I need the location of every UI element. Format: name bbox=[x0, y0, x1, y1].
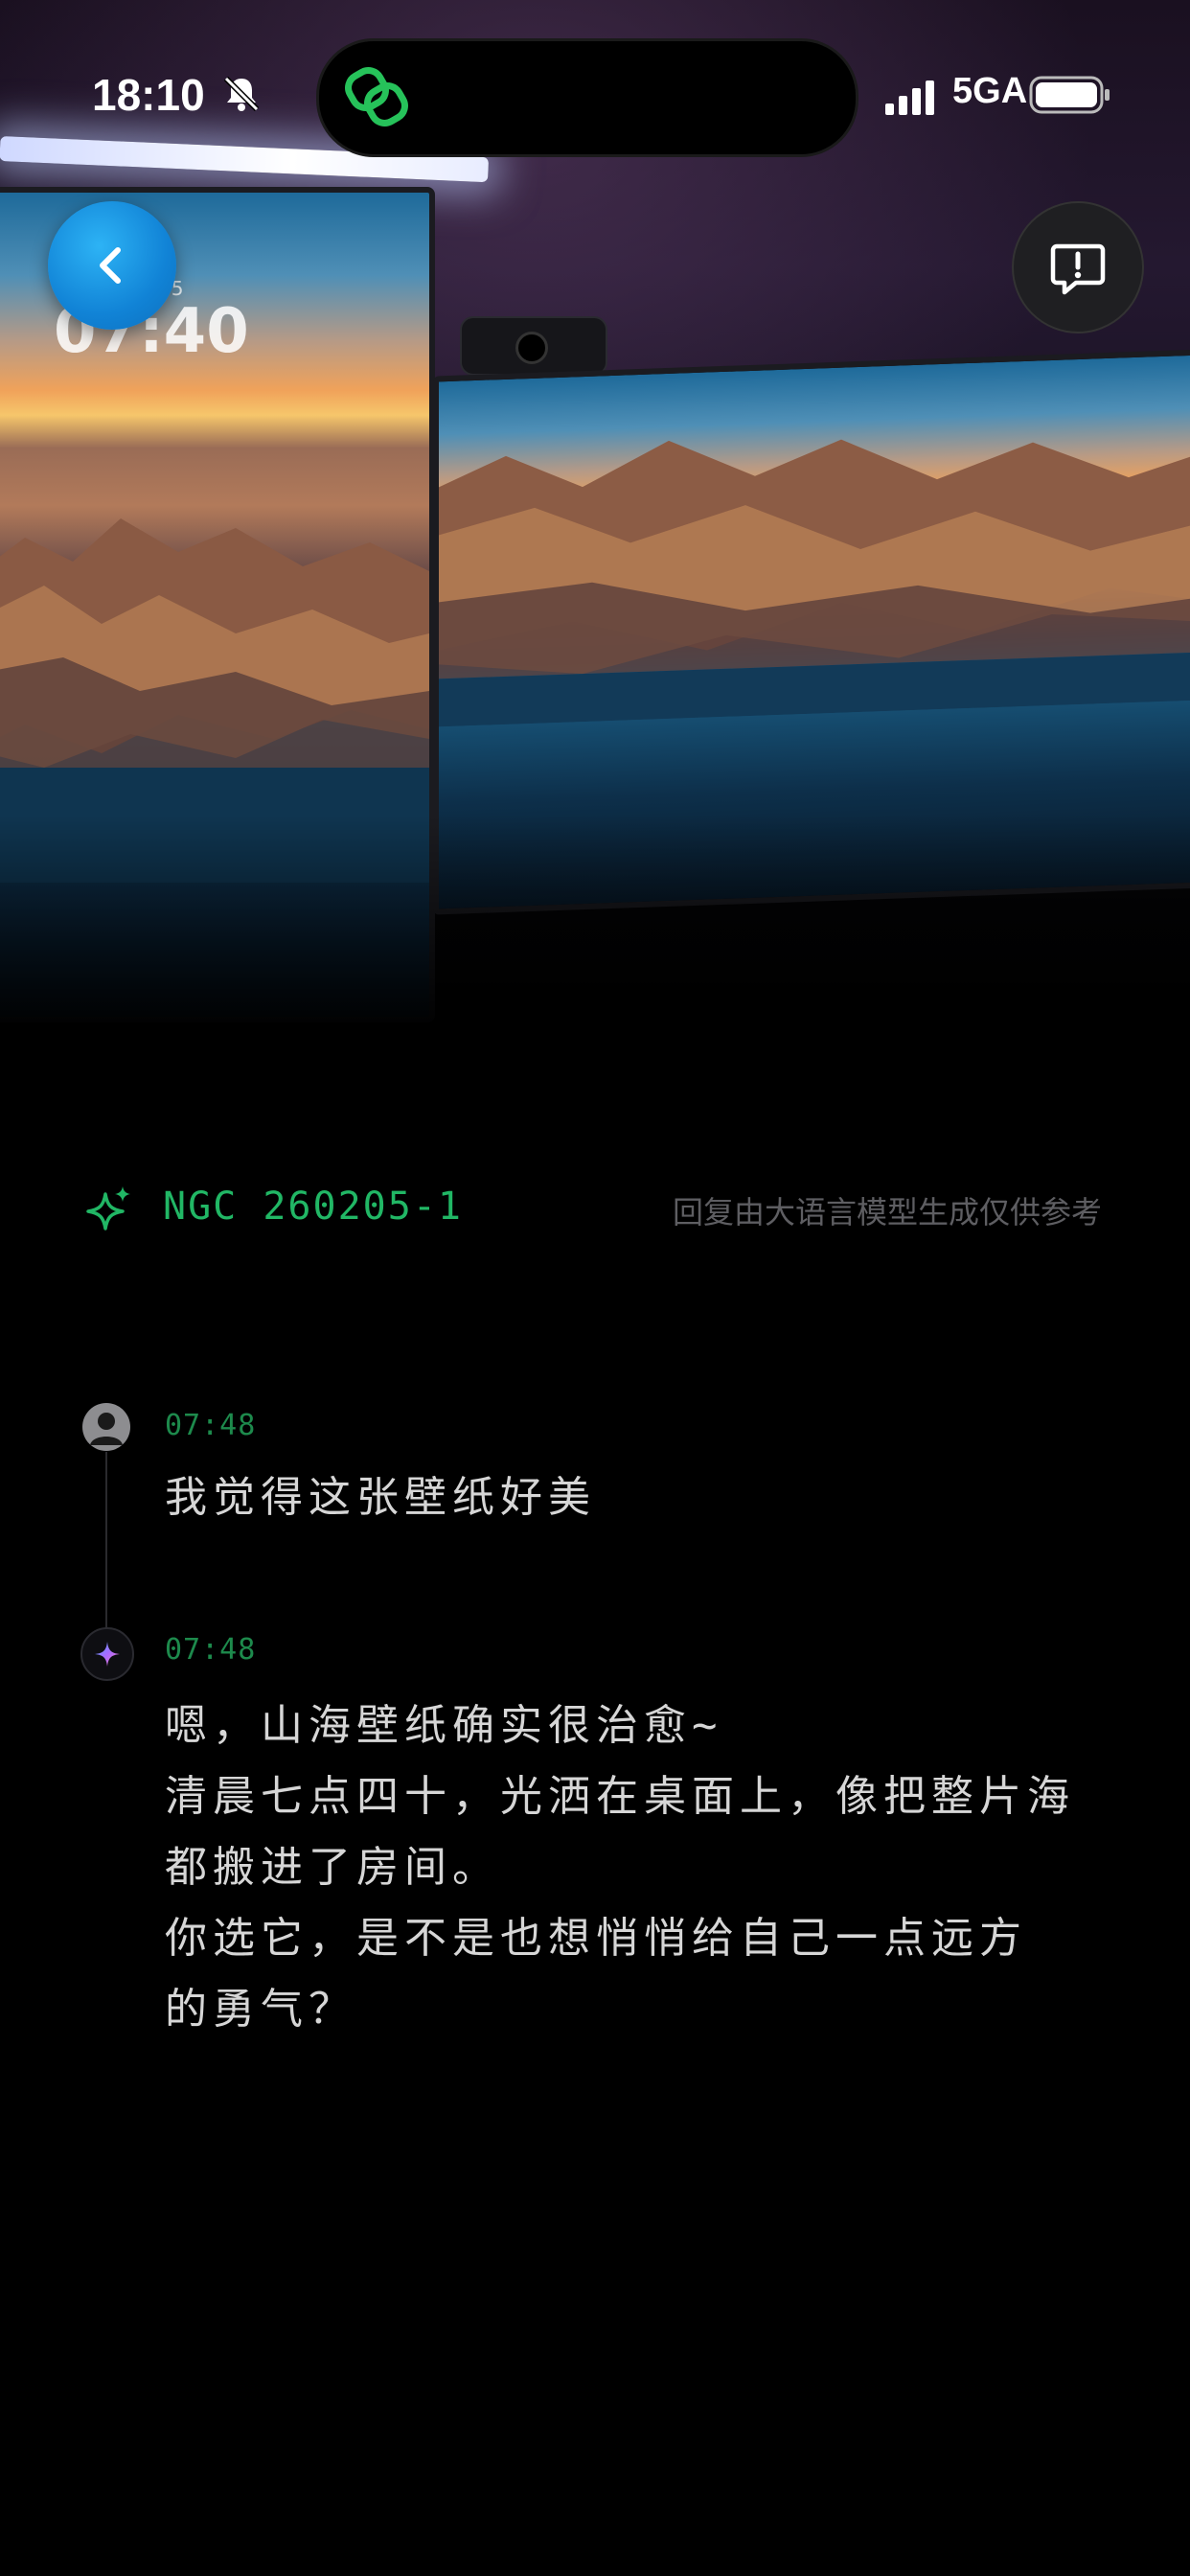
user-message-text: 我觉得这张壁纸好美 bbox=[165, 1473, 596, 1522]
feedback-button[interactable] bbox=[1012, 201, 1144, 334]
assistant-avatar bbox=[80, 1627, 134, 1681]
status-time: 18:10 bbox=[92, 70, 205, 120]
user-message-time: 07:48 bbox=[165, 1409, 257, 1442]
chevron-left-icon bbox=[100, 247, 121, 284]
ai-star-icon bbox=[95, 1642, 120, 1667]
battery-icon bbox=[1029, 76, 1110, 114]
signal-icon bbox=[885, 80, 934, 115]
assistant-message-text: 嗯，山海壁纸确实很治愈~ 清晨七点四十，光洒在桌面上，像把整片海 都搬进了房间。… bbox=[165, 1701, 1075, 2034]
sparkle-icon bbox=[86, 1186, 130, 1230]
dynamic-island[interactable] bbox=[316, 38, 858, 157]
back-button[interactable] bbox=[48, 201, 176, 330]
hero-fade bbox=[0, 815, 1190, 1064]
ai-disclaimer: 回复由大语言模型生成仅供参考 bbox=[672, 1194, 1102, 1230]
link-rings-icon bbox=[345, 67, 408, 126]
mountains-right bbox=[439, 439, 1190, 727]
report-bubble-icon bbox=[1050, 243, 1106, 295]
user-avatar bbox=[82, 1403, 130, 1451]
assistant-message-time: 07:48 bbox=[165, 1633, 257, 1667]
message-timeline bbox=[105, 1452, 107, 1634]
bell-slash-icon bbox=[223, 76, 260, 112]
network-type: 5GA bbox=[952, 71, 1028, 111]
model-id: NGC 260205-1 bbox=[163, 1184, 463, 1229]
hero-photo: b5 07:40 bbox=[0, 0, 1190, 1064]
webcam bbox=[460, 316, 607, 376]
user-icon bbox=[90, 1413, 123, 1445]
